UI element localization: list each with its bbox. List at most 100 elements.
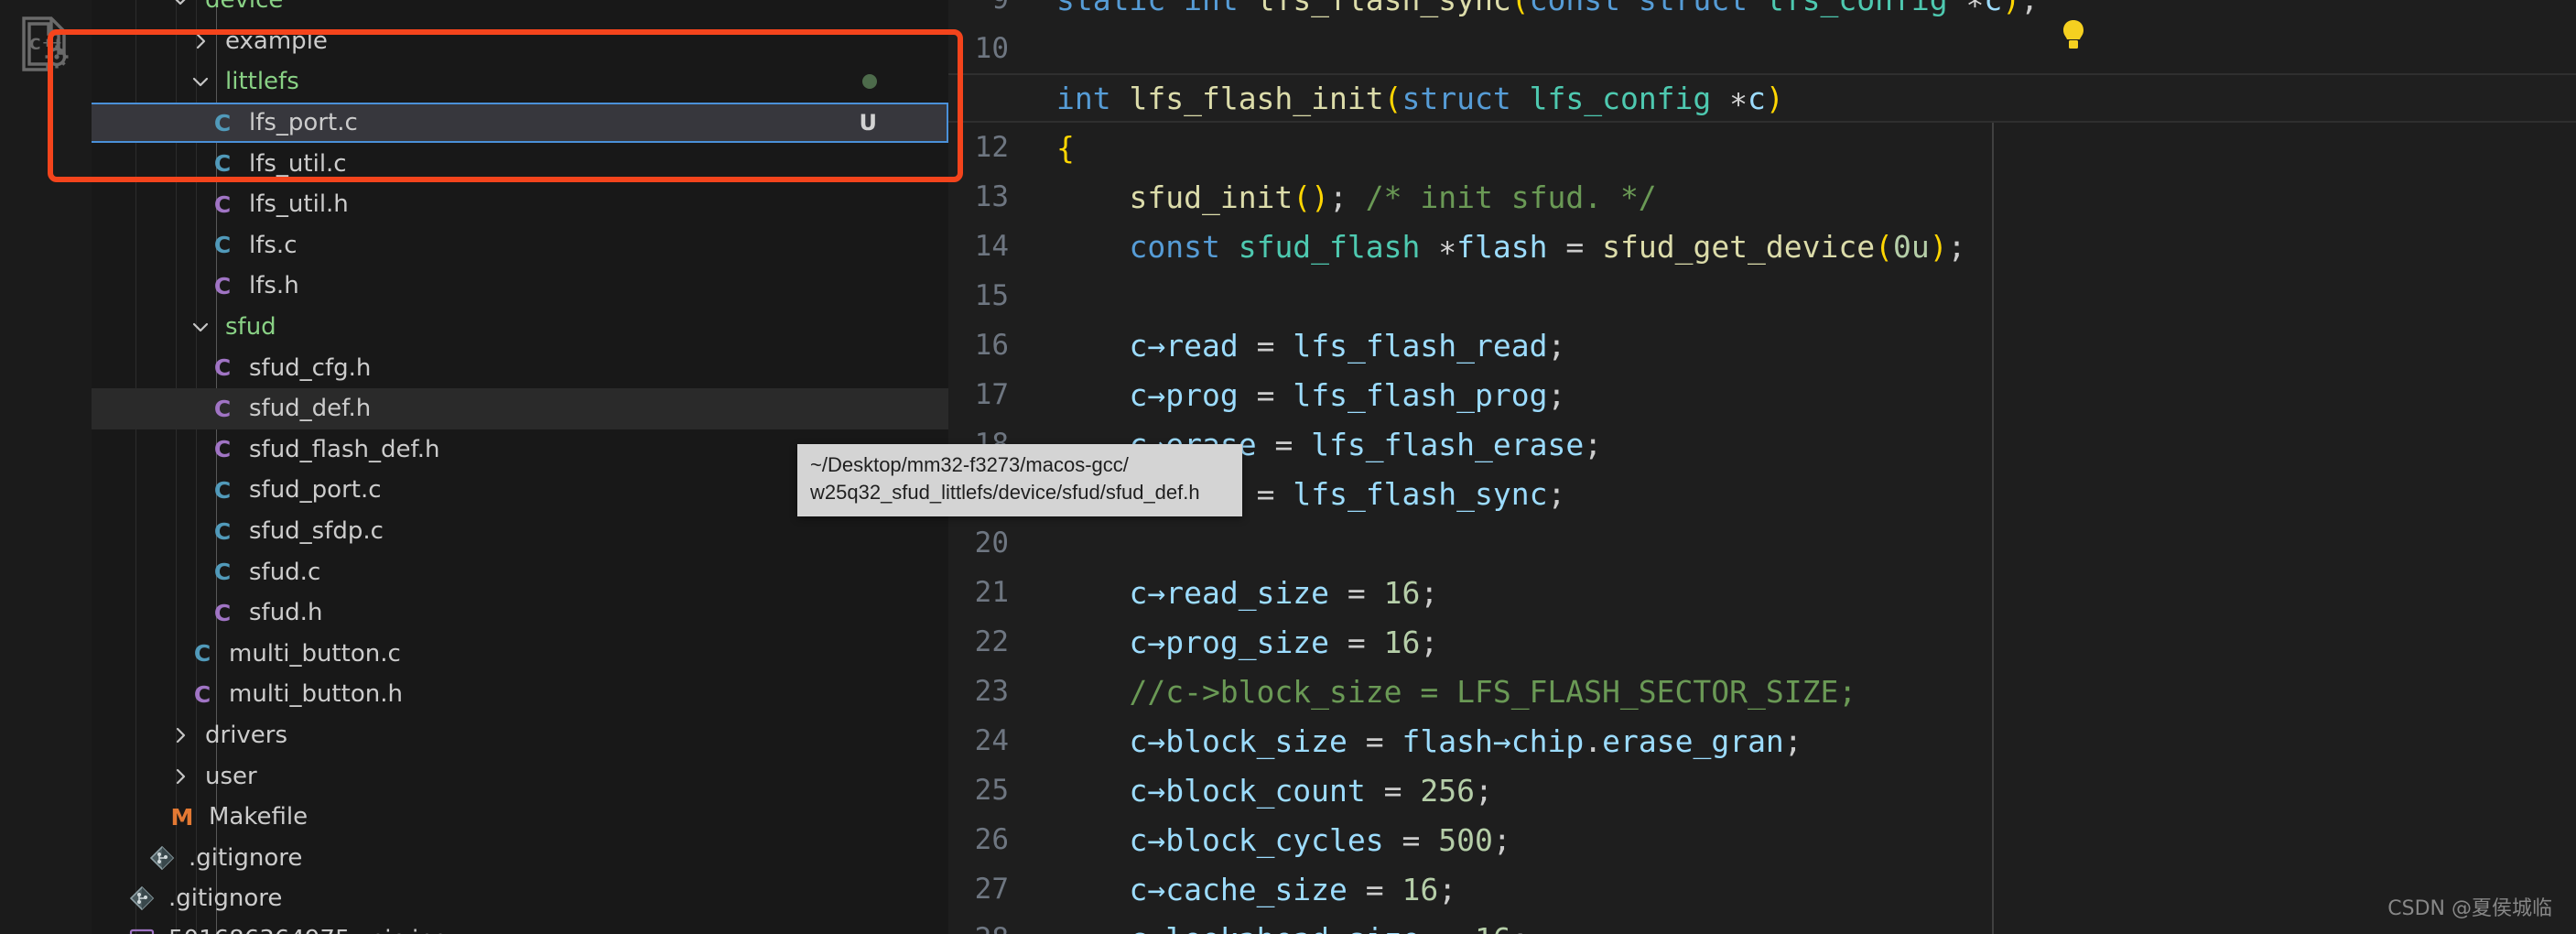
cpp-file-config-icon[interactable]: C ++ xyxy=(18,15,73,71)
tree-file-sfud.c[interactable]: Csfud.c xyxy=(92,551,948,592)
tree-item-label: user xyxy=(205,762,257,790)
tree-file-lfs_util.h[interactable]: Clfs_util.h xyxy=(92,184,948,225)
code-line-21[interactable]: 21 c→read_size = 16; xyxy=(948,568,2576,617)
tree-item-label: sfud_flash_def.h xyxy=(249,435,440,463)
chevron-right-icon[interactable] xyxy=(168,723,192,747)
tree-item-label: sfud_port.c xyxy=(249,476,382,505)
line-content: c→cache_size = 16; xyxy=(1129,871,1457,907)
tree-file-lfs.h[interactable]: Clfs.h xyxy=(92,266,948,307)
tree-file-sfud_sfdp.c[interactable]: Csfud_sfdp.c xyxy=(92,511,948,552)
git-icon xyxy=(148,844,176,872)
line-number: 10 xyxy=(974,32,1009,65)
line-number: 17 xyxy=(974,378,1009,411)
chevron-right-icon[interactable] xyxy=(189,29,212,53)
tooltip-line-2: w25q32_sfud_littlefs/device/sfud/sfud_de… xyxy=(810,481,1200,505)
line-number: 13 xyxy=(974,180,1009,213)
h-file-icon: C xyxy=(193,680,211,708)
chevron-down-icon[interactable] xyxy=(189,70,212,93)
line-content: const sfud_flash ∗flash = sfud_get_devic… xyxy=(1129,228,1966,265)
code-line-26[interactable]: 26 c→block_cycles = 500; xyxy=(948,815,2576,864)
csdn-watermark: CSDN @夏侯城临 xyxy=(2387,897,2552,920)
code-line-24[interactable]: 24 c→block_size = flash→chip.erase_gran; xyxy=(948,716,2576,766)
code-line-14[interactable]: 14 const sfud_flash ∗flash = sfud_get_de… xyxy=(948,222,2576,271)
lightbulb-icon[interactable] xyxy=(2061,18,2086,55)
chevron-right-icon[interactable] xyxy=(168,765,192,788)
h-file-icon: C xyxy=(213,436,232,463)
c-file-icon: C xyxy=(213,476,232,504)
tree-file-multi_button.h[interactable]: Cmulti_button.h xyxy=(92,674,948,715)
tree-file-.gitignore[interactable]: .gitignore xyxy=(92,878,948,919)
tree-item-label: .gitignore xyxy=(168,885,283,913)
h-file-icon: C xyxy=(213,599,232,626)
line-number: 24 xyxy=(974,724,1009,757)
line-number: 21 xyxy=(974,576,1009,609)
line-content: c→block_cycles = 500; xyxy=(1129,821,1511,858)
code-line-10[interactable]: 10 xyxy=(948,24,2576,73)
h-file-icon: C xyxy=(213,272,232,299)
tree-item-label: sfud.c xyxy=(249,558,321,586)
h-file-icon: C xyxy=(213,354,232,382)
line-number: 9 xyxy=(948,0,1036,16)
line-number: 27 xyxy=(974,873,1009,906)
tree-item-label: lfs_util.c xyxy=(249,149,347,178)
line-content: c→read = lfs_flash_read; xyxy=(1129,327,1566,364)
line-content: int lfs_flash_init(struct lfs_config ∗c) xyxy=(1056,80,1784,116)
code-line-13[interactable]: 13 sfud_init(); /* init sfud. */ xyxy=(948,172,2576,222)
tree-item-label: sfud_cfg.h xyxy=(249,353,372,382)
line-content: static int lfs_flash_sync(const struct l… xyxy=(1036,0,2039,17)
line-number: 11 xyxy=(974,81,1009,114)
line-number: 22 xyxy=(974,625,1009,658)
tree-item-label: multi_button.c xyxy=(229,639,401,668)
c-file-icon: C xyxy=(213,559,232,586)
c-file-icon: C xyxy=(213,517,232,545)
tree-file-lfs_util.c[interactable]: Clfs_util.c xyxy=(92,143,948,184)
line-content: c→block_count = 256; xyxy=(1129,772,1493,809)
tree-item-label: example xyxy=(225,27,328,55)
code-line-17[interactable]: 17 c→prog = lfs_flash_prog; xyxy=(948,370,2576,419)
c-file-icon: C xyxy=(213,150,232,178)
tree-folder-example[interactable]: example xyxy=(92,21,948,62)
code-line-11[interactable]: 11 int lfs_flash_init(struct lfs_config ∗… xyxy=(948,73,2576,123)
code-line-20[interactable]: 20 xyxy=(948,518,2576,568)
tree-item-label: sfud_sfdp.c xyxy=(249,517,384,546)
tree-item-label: sfud_def.h xyxy=(249,395,372,423)
git-icon xyxy=(128,885,156,912)
line-content: c→prog_size = 16; xyxy=(1129,624,1439,660)
code-line-22[interactable]: 22 c→prog_size = 16; xyxy=(948,617,2576,667)
code-line-15[interactable]: 15 xyxy=(948,271,2576,320)
tree-item-label: .gitignore xyxy=(189,843,303,872)
line-content: //c->block_size = LFS_FLASH_SECTOR_SIZE; xyxy=(1056,673,1857,710)
chevron-down-icon[interactable] xyxy=(189,315,212,339)
tree-folder-littlefs[interactable]: littlefs xyxy=(92,61,948,103)
tree-file-Makefile[interactable]: M Makefile xyxy=(92,797,948,838)
git-status-badge: U xyxy=(859,110,878,136)
code-line-27[interactable]: 27 c→cache_size = 16; xyxy=(948,864,2576,914)
tree-file-multi_button.c[interactable]: Cmulti_button.c xyxy=(92,634,948,675)
code-line-28[interactable]: 28 c→lookahead_size = 16; xyxy=(948,914,2576,934)
tree-folder-user[interactable]: user xyxy=(92,755,948,797)
code-line-16[interactable]: 16 c→read = lfs_flash_read; xyxy=(948,320,2576,370)
tree-file-sfud_def.h[interactable]: Csfud_def.h xyxy=(92,388,948,429)
svg-text:C: C xyxy=(29,36,40,54)
tree-file-lfs.c[interactable]: Clfs.c xyxy=(92,225,948,266)
chevron-down-icon[interactable] xyxy=(168,0,192,12)
h-file-icon: C xyxy=(213,395,232,422)
line-number: 15 xyxy=(974,279,1009,312)
vscode-window: C ++ device example littlefs Clfs_port.c U Cl… xyxy=(0,0,2576,934)
line-content: c→read_size = 16; xyxy=(1129,574,1439,611)
tree-file-sfud_cfg.h[interactable]: Csfud_cfg.h xyxy=(92,347,948,388)
line-number: 14 xyxy=(974,230,1009,263)
line-number: 26 xyxy=(974,823,1009,856)
tree-folder-device[interactable]: device xyxy=(92,0,948,21)
code-line-25[interactable]: 25 c→block_count = 256; xyxy=(948,766,2576,815)
code-line-23[interactable]: 23 //c->block_size = LFS_FLASH_SECTOR_SI… xyxy=(948,667,2576,716)
tree-folder-drivers[interactable]: drivers xyxy=(92,715,948,756)
tree-file-501686364975_.pic.jpg[interactable]: 501686364975_.pic.jpg xyxy=(92,919,948,934)
tree-file-lfs_port.c[interactable]: Clfs_port.c U xyxy=(92,102,948,144)
tree-file-.gitignore[interactable]: .gitignore xyxy=(92,838,948,879)
code-line-9[interactable]: 9static int lfs_flash_sync(const struct … xyxy=(948,0,2576,24)
line-number: 16 xyxy=(974,329,1009,362)
tree-folder-sfud[interactable]: sfud xyxy=(92,307,948,348)
tree-file-sfud.h[interactable]: Csfud.h xyxy=(92,592,948,634)
code-line-12[interactable]: 12 { xyxy=(948,123,2576,172)
